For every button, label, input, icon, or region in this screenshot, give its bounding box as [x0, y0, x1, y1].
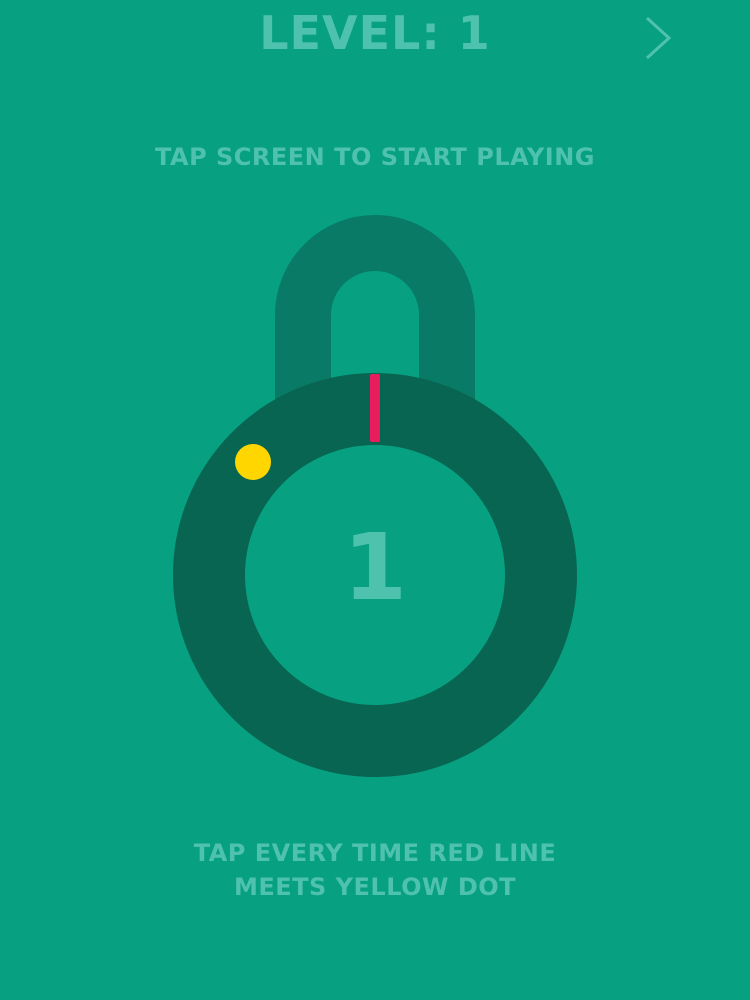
instruction-line-1: TAP EVERY TIME RED LINE [193, 839, 557, 867]
yellow-dot [235, 444, 271, 480]
game-screen[interactable]: LEVEL: 1 TAP SCREEN TO START PLAYING 1 T… [0, 0, 750, 1000]
red-line [370, 374, 380, 442]
target-count: 1 [342, 514, 407, 621]
instruction-text: TAP EVERY TIME RED LINE MEETS YELLOW DOT [0, 836, 750, 904]
instruction-line-2: MEETS YELLOW DOT [233, 873, 517, 901]
